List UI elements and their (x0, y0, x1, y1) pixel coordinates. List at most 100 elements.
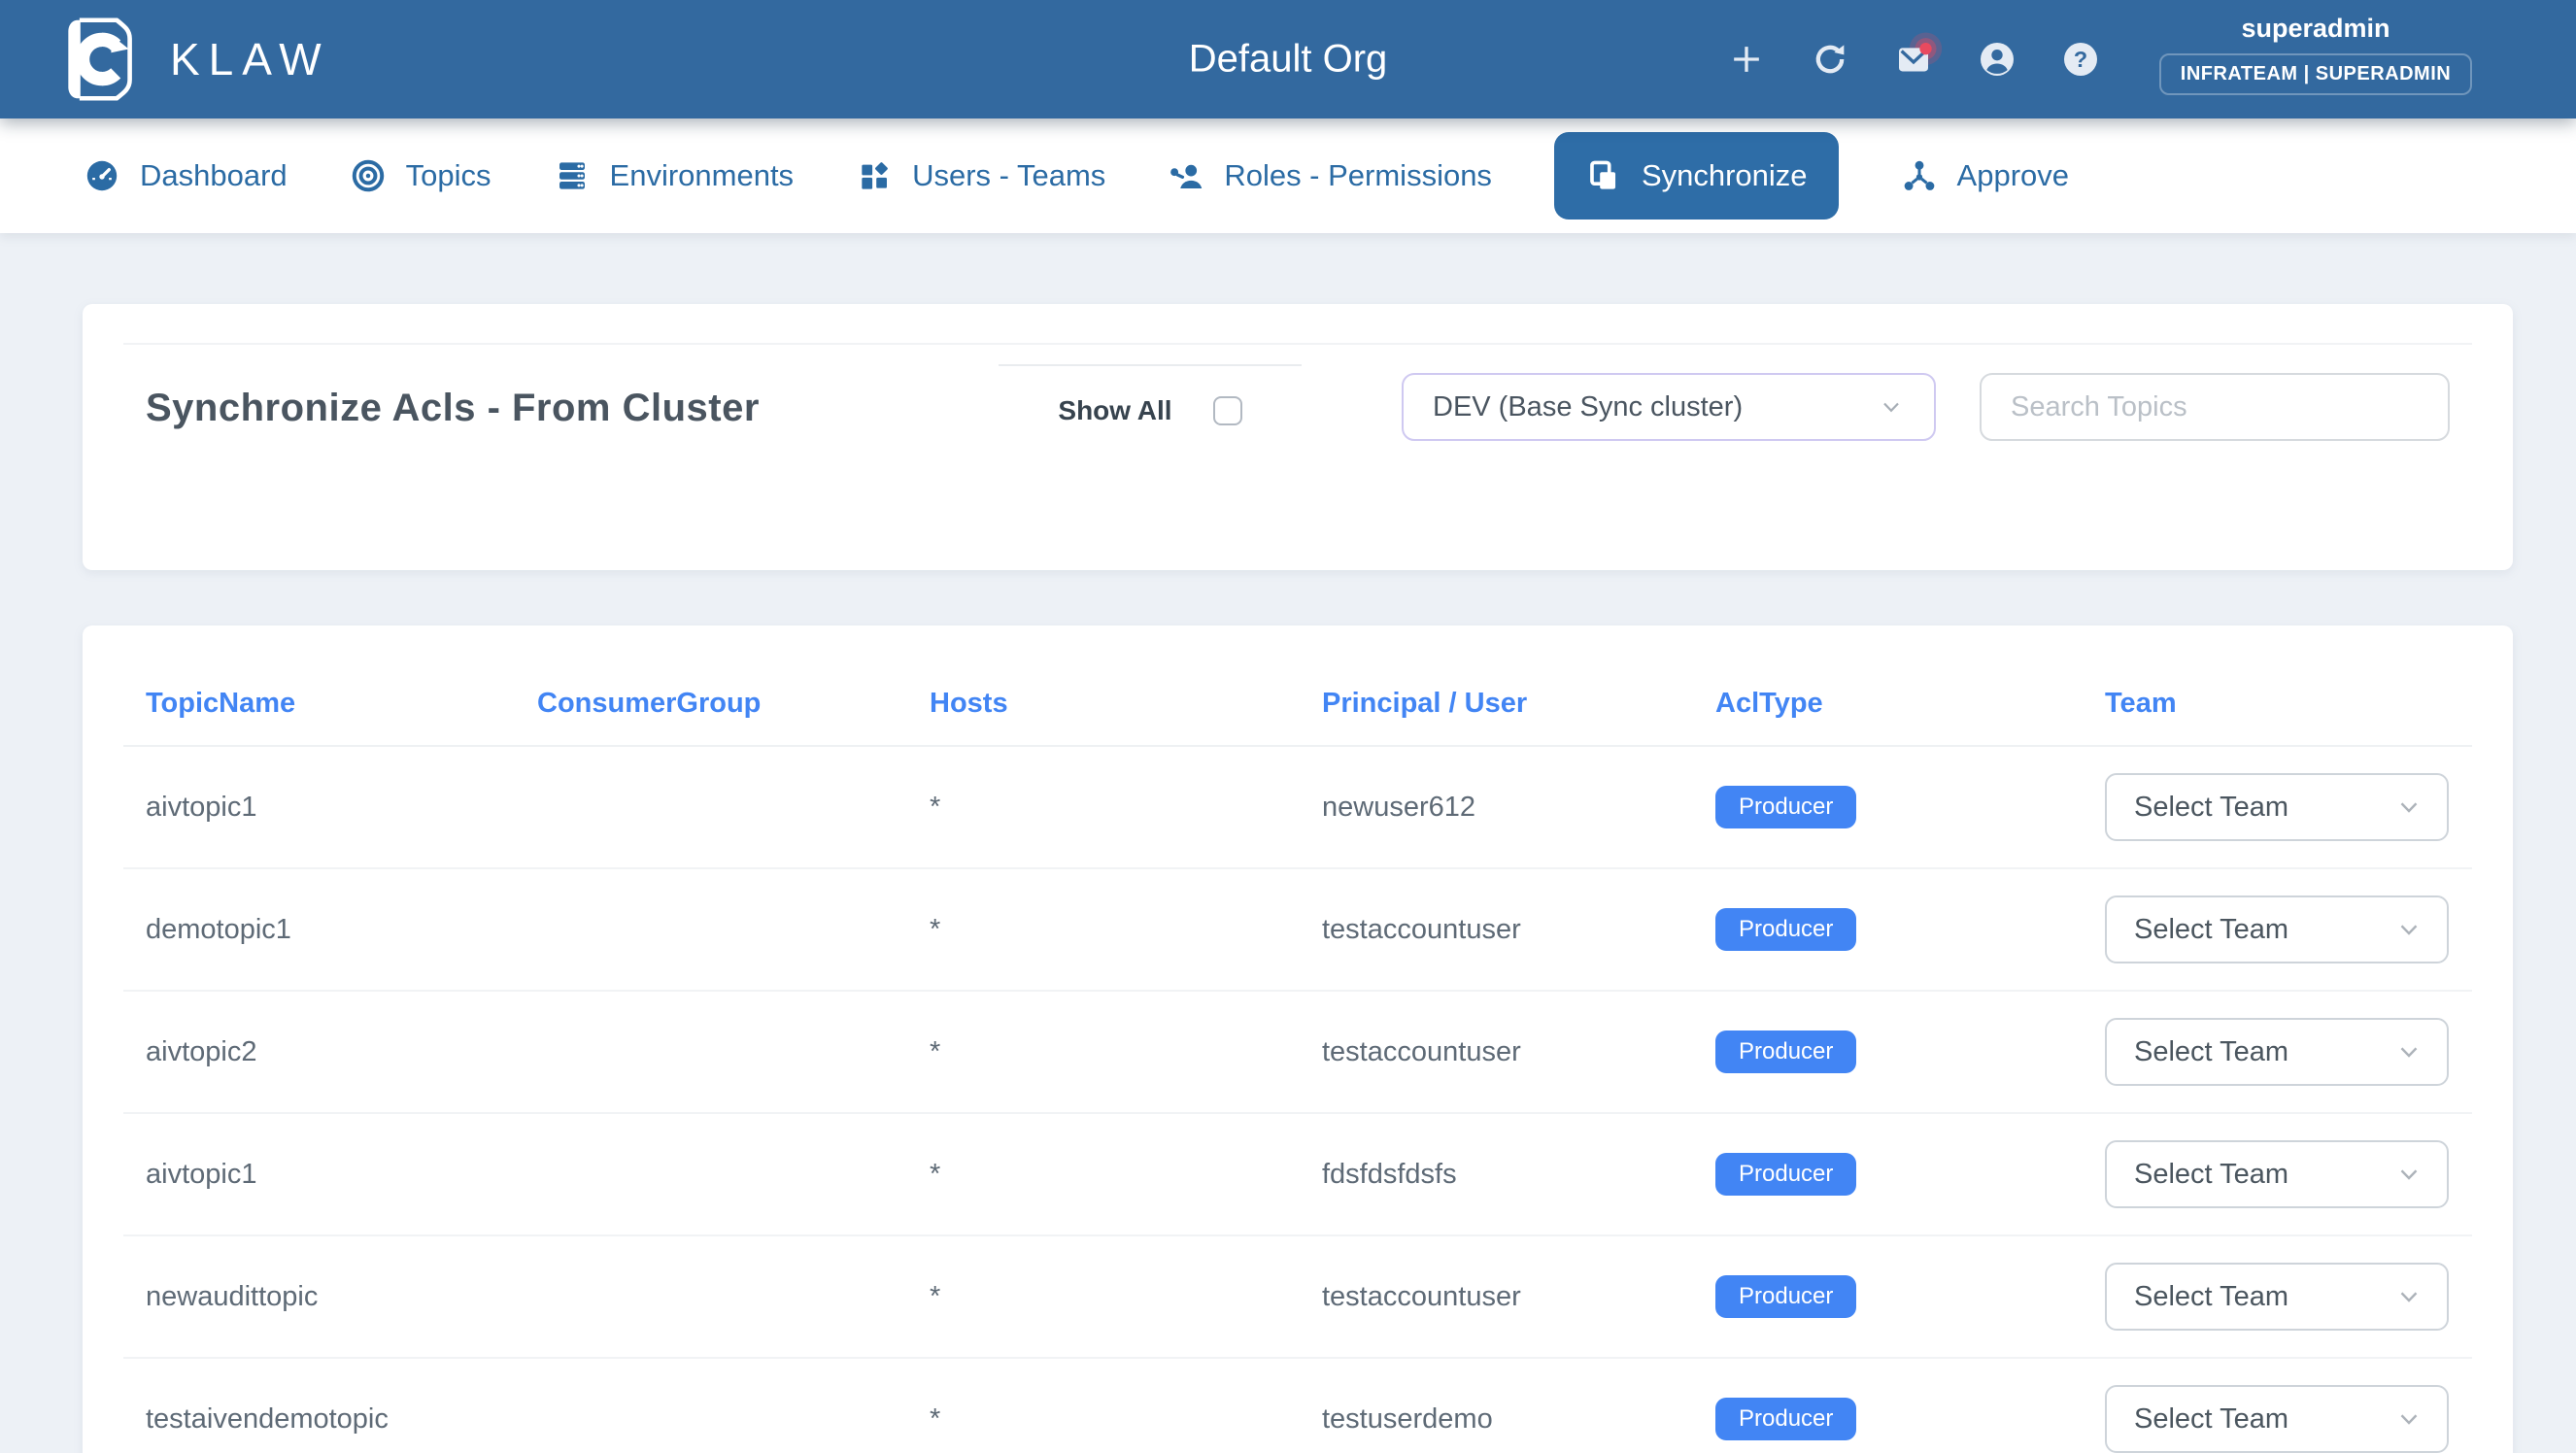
cell-hosts: * (930, 1403, 1322, 1436)
nav-item-label: Topics (406, 158, 491, 193)
cell-topic-name: aivtopic1 (146, 1159, 537, 1191)
table-row: aivtopic2 *testaccountuserProducer Select … (123, 992, 2472, 1114)
column-header-acltype: AclType (1715, 688, 2105, 720)
chevron-down-icon (2394, 915, 2423, 944)
team-select-value: Select Team (2134, 1281, 2288, 1313)
table-row: demotopic1 *testaccountuserProducer Select… (123, 869, 2472, 992)
plus-icon[interactable] (1727, 40, 1766, 79)
chevron-down-icon (1878, 393, 1905, 421)
cell-team: Select Team (2105, 1018, 2472, 1086)
brand-name: KLAW (170, 33, 330, 85)
team-select-value: Select Team (2134, 792, 2288, 824)
acl-type-badge: Producer (1715, 908, 1856, 951)
refresh-icon[interactable] (1811, 40, 1849, 79)
org-title: Default Org (1189, 38, 1388, 82)
user-info: superadmin INFRATEAM | SUPERADMIN (2112, 14, 2520, 95)
cell-hosts: * (930, 1036, 1322, 1068)
show-all-label: Show All (1058, 395, 1171, 426)
team-select-value: Select Team (2134, 914, 2288, 946)
brand-logo[interactable]: KLAW (53, 15, 330, 104)
app-header: KLAW Default Org ? superadmin INFRATEAM … (0, 0, 2576, 118)
header-icons: ? (1727, 0, 2100, 118)
nav-item-label: Roles - Permissions (1224, 158, 1492, 193)
team-select-value: Select Team (2134, 1036, 2288, 1068)
table-row: newaudittopic *testaccountuserProducer Sel… (123, 1236, 2472, 1359)
cell-acl-type: Producer (1715, 908, 2105, 951)
cell-acl-type: Producer (1715, 786, 2105, 828)
synchronize-icon (1585, 157, 1622, 194)
nav-item-label: Dashboard (140, 158, 288, 193)
cell-hosts: * (930, 792, 1322, 824)
acl-type-badge: Producer (1715, 1031, 1856, 1073)
table-row: testaivendemotopic *testuserdemoProducer S… (123, 1359, 2472, 1453)
cell-team: Select Team (2105, 773, 2472, 841)
cell-principal: fdsfdsfdsfs (1322, 1159, 1715, 1191)
team-select[interactable]: Select Team (2105, 895, 2449, 963)
chevron-down-icon (2394, 793, 2423, 822)
cell-principal: testaccountuser (1322, 914, 1715, 946)
acl-type-badge: Producer (1715, 1398, 1856, 1440)
nav-item-label: Users - Teams (912, 158, 1105, 193)
nav-item-topics[interactable]: Topics (350, 157, 491, 194)
search-topics-input[interactable] (1980, 373, 2450, 441)
filters-divider (123, 343, 2472, 345)
cell-topic-name: demotopic1 (146, 914, 537, 946)
chevron-down-icon (2394, 1404, 2423, 1434)
team-select[interactable]: Select Team (2105, 1263, 2449, 1331)
cell-topic-name: testaivendemotopic (146, 1403, 537, 1436)
cell-team: Select Team (2105, 895, 2472, 963)
column-header-hosts: Hosts (930, 688, 1322, 720)
mail-icon[interactable] (1894, 40, 1933, 79)
cell-principal: testuserdemo (1322, 1403, 1715, 1436)
cell-principal: testaccountuser (1322, 1281, 1715, 1313)
cluster-select[interactable]: DEV (Base Sync cluster) (1402, 373, 1936, 441)
chevron-down-icon (2394, 1160, 2423, 1189)
help-icon[interactable]: ? (2061, 40, 2100, 79)
filters-card: Synchronize Acls - From Cluster Show All… (83, 304, 2513, 570)
column-header-principal-user: Principal / User (1322, 688, 1715, 720)
team-select[interactable]: Select Team (2105, 1140, 2449, 1208)
cell-acl-type: Producer (1715, 1275, 2105, 1318)
acl-type-badge: Producer (1715, 1153, 1856, 1196)
team-select-value: Select Team (2134, 1403, 2288, 1436)
cell-hosts: * (930, 1281, 1322, 1313)
show-all-checkbox[interactable] (1213, 396, 1242, 425)
cell-team: Select Team (2105, 1263, 2472, 1331)
topics-icon (350, 157, 387, 194)
dashboard-icon (84, 157, 120, 194)
cell-topic-name: newaudittopic (146, 1281, 537, 1313)
column-header-topicname: TopicName (146, 688, 537, 720)
nav-item-synchronize[interactable]: Synchronize (1554, 132, 1839, 220)
cell-acl-type: Producer (1715, 1398, 2105, 1440)
team-select[interactable]: Select Team (2105, 773, 2449, 841)
cell-hosts: * (930, 914, 1322, 946)
nav-item-approve[interactable]: Approve (1901, 157, 2069, 194)
nav-item-environments[interactable]: Environments (554, 157, 795, 194)
users-teams-icon (856, 157, 893, 194)
cell-acl-type: Producer (1715, 1031, 2105, 1073)
cluster-select-value: DEV (Base Sync cluster) (1433, 391, 1743, 423)
approve-icon (1901, 157, 1938, 194)
chevron-down-icon (2394, 1037, 2423, 1066)
chevron-down-icon (2394, 1282, 2423, 1311)
roles-permissions-icon (1168, 157, 1204, 194)
team-select[interactable]: Select Team (2105, 1018, 2449, 1086)
nav-item-dashboard[interactable]: Dashboard (84, 157, 288, 194)
acl-table-card: TopicNameConsumerGroupHostsPrincipal / U… (83, 625, 2513, 1453)
cell-principal: newuser612 (1322, 792, 1715, 824)
nav-item-label: Environments (610, 158, 795, 193)
cell-team: Select Team (2105, 1140, 2472, 1208)
user-icon[interactable] (1978, 40, 2017, 79)
klaw-logo-icon (53, 15, 143, 104)
column-header-consumergroup: ConsumerGroup (537, 688, 930, 720)
acl-type-badge: Producer (1715, 786, 1856, 828)
team-select[interactable]: Select Team (2105, 1385, 2449, 1453)
cell-principal: testaccountuser (1322, 1036, 1715, 1068)
nav-item-users-teams[interactable]: Users - Teams (856, 157, 1105, 194)
nav-item-roles-permissions[interactable]: Roles - Permissions (1168, 157, 1492, 194)
cell-team: Select Team (2105, 1385, 2472, 1453)
table-body: aivtopic1*newuser612ProducerSelect Teamd… (83, 747, 2513, 1453)
nav-item-label: Approve (1957, 158, 2069, 193)
cell-topic-name: aivtopic2 (146, 1036, 537, 1068)
table-row: aivtopic1*fdsfdsfdsfsProducerSelect Team (123, 1114, 2472, 1236)
